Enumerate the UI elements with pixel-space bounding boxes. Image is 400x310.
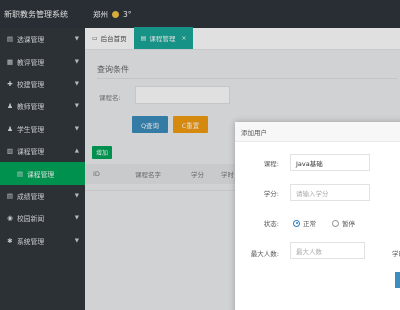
status-radio-normal[interactable]: 正常 (293, 218, 316, 228)
modal-max-input[interactable]: 最大人数 (290, 242, 365, 259)
modal-hours-label: 学时 (392, 250, 400, 258)
modal-title: 添加用户 (235, 122, 400, 142)
radio-unchecked-icon (332, 219, 339, 227)
radio-checked-icon (293, 219, 300, 227)
modal-status-label: 状态: (263, 220, 279, 228)
modal-submit-button[interactable] (395, 272, 400, 288)
modal-max-label: 最大人数: (250, 250, 279, 258)
radio-label: 暂停 (342, 220, 355, 228)
modal-credit-input[interactable]: 请输入学分 (290, 184, 370, 201)
add-user-modal: 添加用户 课程: Java基础 学分: 请输入学分 状态: 正常 暂停 最大人数… (235, 122, 400, 310)
status-radio-paused[interactable]: 暂停 (332, 218, 355, 228)
modal-course-label: 课程: (263, 160, 279, 168)
app-root: 新职教务管理系统 郑州 3° ▤ 选课管理 ▼ ▦ 教评管理 ▼ ✚ 校建管理 … (0, 0, 400, 310)
modal-credit-label: 学分: (263, 190, 279, 198)
modal-course-input[interactable]: Java基础 (290, 154, 370, 171)
radio-label: 正常 (303, 220, 316, 228)
